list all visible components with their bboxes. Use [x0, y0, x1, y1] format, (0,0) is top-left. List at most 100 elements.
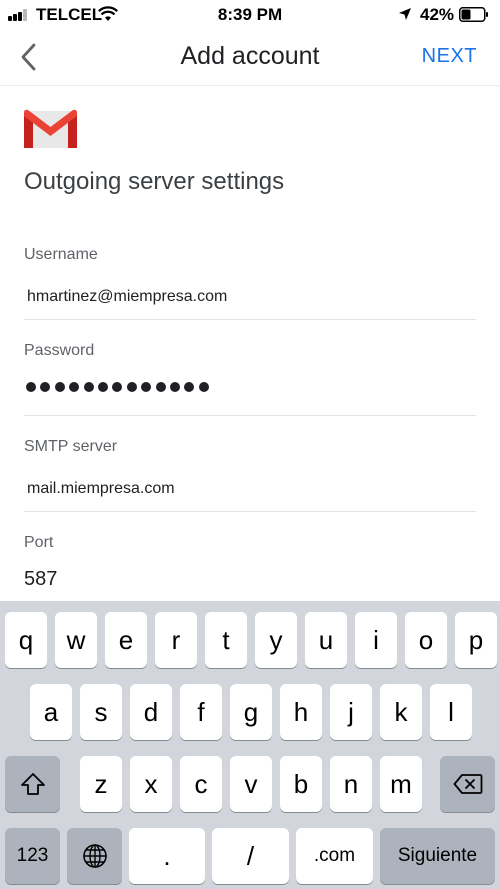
gmail-logo: [24, 109, 77, 148]
key-label: d: [143, 696, 159, 727]
port-label: Port: [24, 534, 54, 551]
key-label: z: [94, 768, 108, 799]
smtp-server-input[interactable]: mail.miempresa.com: [27, 480, 175, 498]
key-label: e: [118, 624, 134, 655]
next-button[interactable]: NEXT: [422, 45, 477, 68]
key-n[interactable]: n: [330, 756, 372, 812]
port-input[interactable]: 587: [24, 568, 57, 591]
key-label: h: [293, 696, 309, 727]
password-dot: [97, 382, 108, 392]
smtp-server-underline: [24, 511, 476, 512]
key-p[interactable]: p: [455, 612, 497, 668]
password-input[interactable]: [26, 382, 209, 392]
key-d[interactable]: d: [130, 684, 172, 740]
key-v[interactable]: v: [230, 756, 272, 812]
password-field: Password: [24, 342, 476, 417]
key-label: o: [418, 624, 434, 655]
key-r[interactable]: r: [155, 612, 197, 668]
shift-icon: [20, 773, 45, 795]
key-q[interactable]: q: [5, 612, 47, 668]
battery-percent: 42%: [420, 5, 455, 24]
key-y[interactable]: y: [255, 612, 297, 668]
key-t[interactable]: t: [205, 612, 247, 668]
key-label: y: [269, 624, 283, 655]
numbers-key-label: 123: [16, 845, 49, 866]
password-dot: [169, 382, 180, 392]
username-label: Username: [24, 246, 98, 263]
key-label: w: [66, 624, 86, 655]
key-g[interactable]: g: [230, 684, 272, 740]
key-j[interactable]: j: [330, 684, 372, 740]
key-a[interactable]: a: [30, 684, 72, 740]
key-s[interactable]: s: [80, 684, 122, 740]
password-dot: [69, 382, 80, 392]
password-dot: [26, 382, 36, 392]
battery-icon: [459, 7, 488, 22]
password-dot: [184, 382, 195, 392]
password-underline: [24, 415, 476, 416]
key-f[interactable]: f: [180, 684, 222, 740]
backspace-icon: [453, 774, 482, 794]
key-b[interactable]: b: [280, 756, 322, 812]
key-label: j: [348, 696, 354, 727]
username-field: Username hmartinez@miempresa.com: [24, 246, 476, 321]
key-k[interactable]: k: [380, 684, 422, 740]
key-label: v: [244, 768, 258, 799]
key-u[interactable]: u: [305, 612, 347, 668]
period-key-label: .: [163, 840, 171, 871]
key-label: g: [243, 696, 259, 727]
username-input[interactable]: hmartinez@miempresa.com: [27, 288, 227, 306]
app-bar: Add account NEXT: [0, 30, 500, 86]
key-label: i: [373, 624, 379, 655]
location-arrow-icon: [399, 8, 411, 20]
key-w[interactable]: w: [55, 612, 97, 668]
password-dot: [83, 382, 94, 392]
password-label: Password: [24, 342, 95, 359]
password-dot: [54, 382, 65, 392]
key-l[interactable]: l: [430, 684, 472, 740]
smtp-server-field: SMTP server mail.miempresa.com: [24, 438, 476, 513]
key-label: k: [394, 696, 408, 727]
key-label: m: [390, 768, 412, 799]
key-e[interactable]: e: [105, 612, 147, 668]
key-label: f: [197, 696, 205, 727]
key-label: l: [448, 696, 454, 727]
globe-key[interactable]: [67, 828, 122, 884]
key-label: x: [144, 768, 158, 799]
key-label: c: [194, 768, 208, 799]
key-label: u: [318, 624, 334, 655]
key-x[interactable]: x: [130, 756, 172, 812]
password-dot: [198, 382, 209, 392]
page-heading: Outgoing server settings: [24, 168, 285, 195]
shift-key[interactable]: [5, 756, 60, 812]
key-label: b: [293, 768, 309, 799]
key-h[interactable]: h: [280, 684, 322, 740]
slash-key[interactable]: /: [212, 828, 289, 884]
password-dot: [155, 382, 166, 392]
key-label: p: [468, 624, 484, 655]
keyboard: q w e r t y u i o p a s d f g h j k l z x c v b nm 123 . / .co…: [0, 601, 500, 889]
key-m[interactable]: m: [380, 756, 422, 812]
period-key[interactable]: .: [129, 828, 205, 884]
key-label: r: [171, 624, 181, 655]
key-c[interactable]: c: [180, 756, 222, 812]
password-dot: [112, 382, 123, 392]
key-label: q: [18, 624, 34, 655]
slash-key-label: /: [246, 840, 255, 871]
key-i[interactable]: i: [355, 612, 397, 668]
key-o[interactable]: o: [405, 612, 447, 668]
backspace-key[interactable]: [440, 756, 495, 812]
key-label: s: [94, 696, 108, 727]
dotcom-key[interactable]: .com: [296, 828, 373, 884]
dotcom-key-label: .com: [313, 845, 356, 866]
password-dot: [40, 382, 51, 392]
username-underline: [24, 319, 476, 320]
key-z[interactable]: z: [80, 756, 122, 812]
key-label: t: [222, 624, 230, 655]
return-key-label: Siguiente: [397, 845, 478, 866]
numbers-key[interactable]: 123: [5, 828, 60, 884]
password-dot: [141, 382, 152, 392]
port-field: Port 587: [24, 534, 476, 601]
smtp-server-label: SMTP server: [24, 438, 118, 455]
return-key[interactable]: Siguiente: [380, 828, 495, 884]
